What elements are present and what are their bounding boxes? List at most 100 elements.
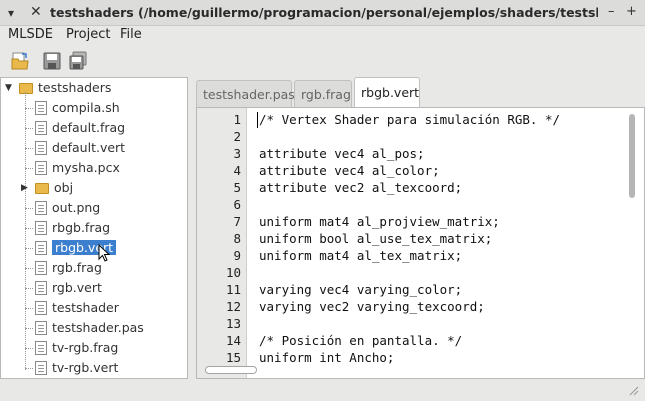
status-bar — [0, 379, 645, 401]
tree-branch — [25, 108, 33, 109]
tree-branch — [25, 128, 33, 129]
title-bar: ▾ ✕ testshaders (/home/guillermo/program… — [0, 0, 645, 26]
line-number: 15 — [225, 350, 241, 365]
folder-icon — [35, 183, 49, 194]
line-number: 12 — [225, 299, 241, 314]
pane-splitter[interactable] — [188, 77, 196, 379]
collapse-arrow-icon[interactable]: ▶ — [21, 183, 28, 193]
file-icon — [35, 241, 47, 255]
tree-item[interactable]: default.frag — [35, 118, 125, 138]
tab-testshader-pas[interactable]: testshader.pas — [196, 80, 295, 107]
file-icon — [35, 301, 47, 315]
file-icon — [35, 341, 47, 355]
file-icon — [35, 121, 47, 135]
code-line: uniform mat4 al_projview_matrix; — [259, 214, 500, 229]
menu-file[interactable]: File — [120, 27, 142, 42]
tree-root[interactable]: testshaders — [19, 78, 111, 98]
vertical-scroll-thumb[interactable] — [629, 114, 635, 198]
code-line: uniform mat4 al_tex_matrix; — [259, 248, 463, 263]
file-icon — [35, 161, 47, 175]
window-title: testshaders (/home/guillermo/programacio… — [50, 5, 598, 20]
line-number: 3 — [233, 146, 241, 161]
tree-branch — [25, 208, 33, 209]
tab-rgb-frag[interactable]: rgb.frag — [294, 80, 352, 107]
line-number: 6 — [233, 197, 241, 212]
save-all-button[interactable] — [68, 51, 88, 71]
line-number: 9 — [233, 248, 241, 263]
tree-item[interactable]: mysha.pcx — [35, 158, 120, 178]
line-number: 5 — [233, 180, 241, 195]
file-icon — [35, 141, 47, 155]
tree-branch — [25, 168, 33, 169]
file-icon — [35, 321, 47, 335]
line-number: 11 — [225, 282, 241, 297]
tree-item[interactable]: testshader — [35, 298, 119, 318]
line-number: 7 — [233, 214, 241, 229]
code-line: varying vec2 varying_texcoord; — [259, 299, 485, 314]
horizontal-scrollbar[interactable] — [201, 364, 625, 376]
tree-item[interactable]: tv-rgb.frag — [35, 338, 118, 358]
maximize-button[interactable]: + — [626, 4, 637, 19]
code-line: attribute vec2 al_texcoord; — [259, 180, 463, 195]
save-all-icon — [69, 51, 87, 70]
tree-branch — [25, 288, 33, 289]
tab-rbgb-vert[interactable]: rbgb.vert — [354, 77, 420, 107]
close-icon[interactable]: ✕ — [30, 4, 42, 20]
line-number: 8 — [233, 231, 241, 246]
vertical-scrollbar[interactable] — [627, 112, 637, 364]
tree-item[interactable]: rgb.vert — [35, 278, 102, 298]
project-tree[interactable]: ▼ testshaders compila.sh default.frag de… — [0, 77, 188, 379]
tree-item[interactable]: rbgb.frag — [35, 218, 110, 238]
code-line: /* Vertex Shader para simulación RGB. */ — [259, 112, 561, 127]
resize-grip-icon[interactable] — [629, 386, 639, 396]
toolbar — [0, 46, 645, 76]
editor-tabs: testshader.pas rgb.frag rbgb.vert — [196, 77, 645, 107]
line-number: 10 — [225, 265, 241, 280]
tree-item[interactable]: tv-rgb.vert — [35, 358, 118, 378]
file-icon — [35, 281, 47, 295]
menu-mlsde[interactable]: MLSDE — [8, 27, 53, 42]
file-icon — [35, 201, 47, 215]
expand-arrow-icon[interactable]: ▼ — [5, 83, 12, 93]
tree-branch — [25, 348, 33, 349]
horizontal-scroll-thumb[interactable] — [205, 366, 257, 374]
text-cursor — [257, 112, 258, 128]
code-line: attribute vec4 al_pos; — [259, 146, 425, 161]
tree-item[interactable]: rgb.frag — [35, 258, 102, 278]
menu-project[interactable]: Project — [66, 27, 110, 42]
code-line: uniform int Ancho; — [259, 350, 395, 365]
line-number: 2 — [233, 129, 241, 144]
mouse-cursor-icon — [98, 244, 111, 262]
tree-branch — [25, 328, 33, 329]
open-folder-button[interactable] — [10, 51, 30, 71]
code-line: /* Posición en pantalla. */ — [259, 333, 463, 348]
line-number: 1 — [233, 112, 241, 127]
save-button[interactable] — [42, 51, 62, 71]
tree-branch — [25, 268, 33, 269]
line-number: 14 — [225, 333, 241, 348]
file-icon — [35, 221, 47, 235]
open-folder-icon — [11, 52, 29, 70]
tree-item[interactable]: testshader.pas — [35, 318, 144, 338]
code-editor[interactable]: 1 2 3 4 5 6 7 8 9 10 11 12 13 14 15 /* Vertex Shader p… — [196, 107, 645, 379]
tree-item[interactable]: default.vert — [35, 138, 125, 158]
code-line: attribute vec4 al_color; — [259, 163, 440, 178]
code-line: varying vec4 varying_color; — [259, 282, 463, 297]
tree-branch — [25, 308, 33, 309]
menu-bar: MLSDE Project File — [0, 26, 645, 46]
tree-item[interactable]: out.png — [35, 198, 100, 218]
minimize-button[interactable]: – — [608, 4, 615, 19]
line-number: 4 — [233, 163, 241, 178]
file-icon — [35, 361, 47, 375]
save-icon — [43, 52, 61, 70]
window-menu-icon[interactable]: ▾ — [8, 6, 14, 20]
tree-item[interactable]: compila.sh — [35, 98, 120, 118]
code-line: uniform bool al_use_tex_matrix; — [259, 231, 493, 246]
line-number: 13 — [225, 316, 241, 331]
file-icon — [35, 101, 47, 115]
folder-icon — [19, 83, 33, 94]
tree-folder-obj[interactable]: obj — [35, 178, 73, 198]
tree-branch — [25, 368, 33, 369]
tree-branch — [25, 248, 33, 249]
tree-branch — [25, 228, 33, 229]
